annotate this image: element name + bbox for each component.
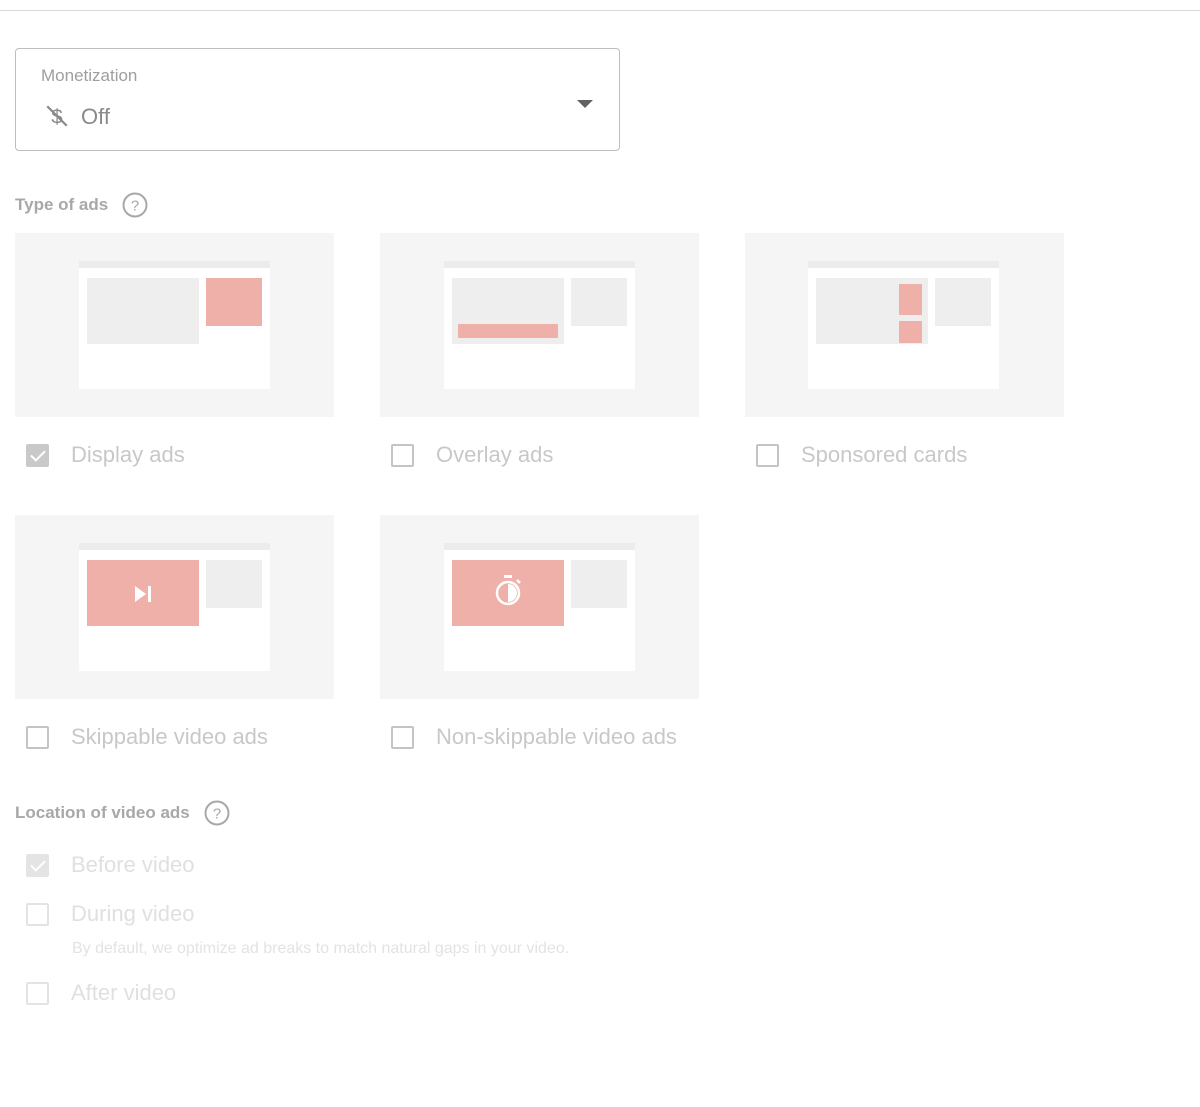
caret-down-icon bbox=[577, 100, 593, 108]
sponsored-cards-checkbox[interactable] bbox=[756, 443, 779, 467]
display-ads-checkbox[interactable] bbox=[26, 443, 49, 467]
overlay-ads-illustration bbox=[444, 261, 635, 389]
skippable-video-ads-illustration bbox=[79, 543, 270, 671]
skippable-video-ads-checkbox[interactable] bbox=[26, 725, 49, 749]
money-off-icon: $ bbox=[46, 105, 68, 129]
non-skippable-video-ads-checkbox[interactable] bbox=[391, 725, 414, 749]
monetization-label: Monetization bbox=[41, 66, 138, 85]
skippable-video-ads-preview[interactable] bbox=[15, 515, 334, 699]
monetization-value: Off bbox=[81, 104, 110, 129]
skippable-video-ads-label: Skippable video ads bbox=[71, 724, 268, 749]
svg-text:?: ? bbox=[131, 198, 139, 215]
before-video-label: Before video bbox=[71, 852, 195, 877]
after-video-option[interactable]: After video bbox=[26, 980, 176, 1006]
overlay-ads-preview[interactable] bbox=[380, 233, 699, 417]
overlay-ads-checkbox[interactable] bbox=[391, 443, 414, 467]
help-icon[interactable]: ? bbox=[204, 800, 230, 826]
during-video-option[interactable]: During video bbox=[26, 901, 195, 927]
sponsored-cards-illustration bbox=[808, 261, 999, 389]
skippable-video-ads-option[interactable]: Skippable video ads bbox=[26, 724, 268, 750]
location-of-video-ads-title: Location of video ads bbox=[15, 803, 190, 822]
sponsored-cards-preview[interactable] bbox=[745, 233, 1064, 417]
non-skippable-video-ads-option[interactable]: Non-skippable video ads bbox=[391, 724, 677, 750]
display-ads-label: Display ads bbox=[71, 442, 185, 467]
type-of-ads-title: Type of ads bbox=[15, 195, 109, 214]
after-video-checkbox[interactable] bbox=[26, 981, 49, 1005]
monetization-select[interactable]: Monetization $ Off bbox=[15, 48, 620, 151]
overlay-ads-label: Overlay ads bbox=[436, 442, 554, 467]
sponsored-cards-option[interactable]: Sponsored cards bbox=[756, 442, 967, 468]
before-video-option[interactable]: Before video bbox=[26, 852, 195, 878]
after-video-label: After video bbox=[71, 980, 177, 1005]
help-icon[interactable]: ? bbox=[122, 192, 148, 218]
ad-break-hint: By default, we optimize ad breaks to mat… bbox=[72, 940, 570, 957]
display-ads-option[interactable]: Display ads bbox=[26, 442, 185, 468]
non-skippable-video-ads-preview[interactable] bbox=[380, 515, 699, 699]
display-ads-preview[interactable] bbox=[15, 233, 334, 417]
before-video-checkbox[interactable] bbox=[26, 853, 49, 877]
top-divider bbox=[0, 10, 1200, 11]
non-skippable-video-ads-label: Non-skippable video ads bbox=[436, 724, 677, 749]
during-video-label: During video bbox=[71, 901, 195, 926]
svg-text:?: ? bbox=[213, 806, 221, 823]
overlay-ads-option[interactable]: Overlay ads bbox=[391, 442, 553, 468]
non-skippable-video-ads-illustration bbox=[444, 543, 635, 671]
sponsored-cards-label: Sponsored cards bbox=[801, 442, 968, 467]
display-ads-illustration bbox=[79, 261, 270, 389]
during-video-checkbox[interactable] bbox=[26, 902, 49, 926]
